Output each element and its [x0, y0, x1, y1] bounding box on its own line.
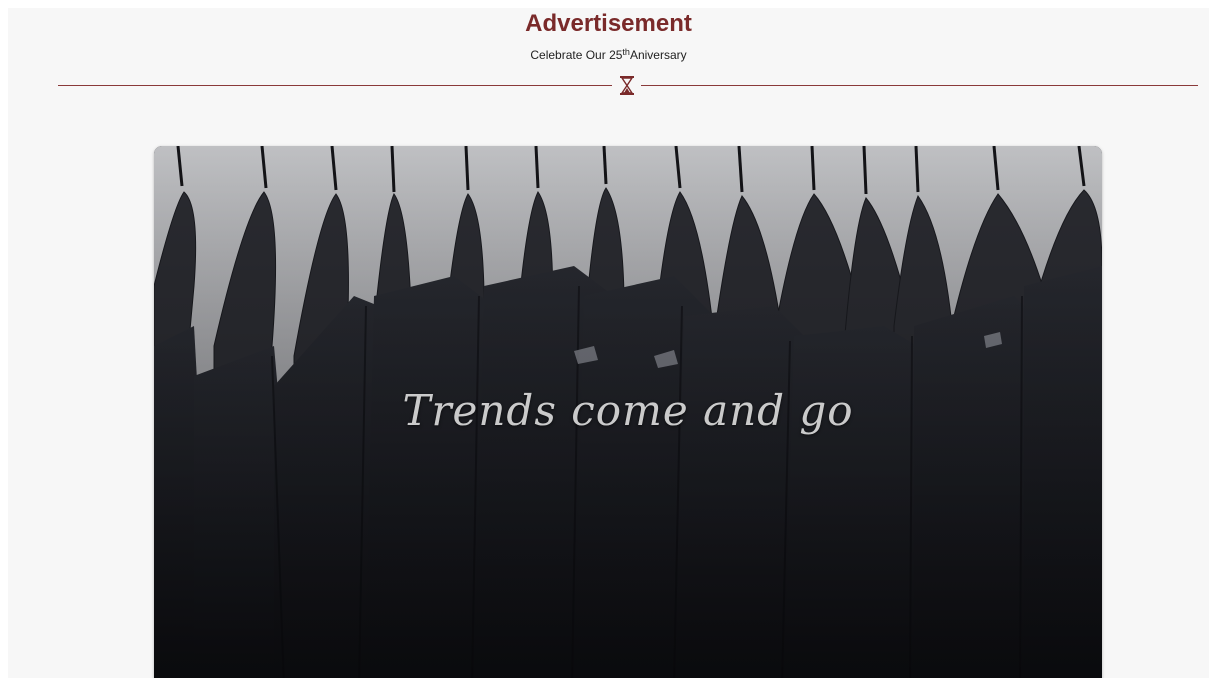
ad-banner[interactable]: Trends come and go [154, 146, 1102, 678]
subtitle-text-end: Aniversary [629, 48, 687, 62]
divider-line-right [641, 85, 1198, 86]
divider-line-left [58, 85, 612, 86]
subtitle-superscript: th [622, 47, 630, 57]
section-title: Advertisement [525, 10, 692, 37]
subtitle-text: Celebrate Our 25 [530, 48, 623, 62]
hourglass-icon [620, 76, 634, 95]
section-subtitle: Celebrate Our 25thAniversary [8, 47, 1209, 63]
advertisement-section: Advertisement Celebrate Our 25thAniversa… [8, 8, 1209, 678]
ad-tagline: Trends come and go [402, 386, 854, 435]
